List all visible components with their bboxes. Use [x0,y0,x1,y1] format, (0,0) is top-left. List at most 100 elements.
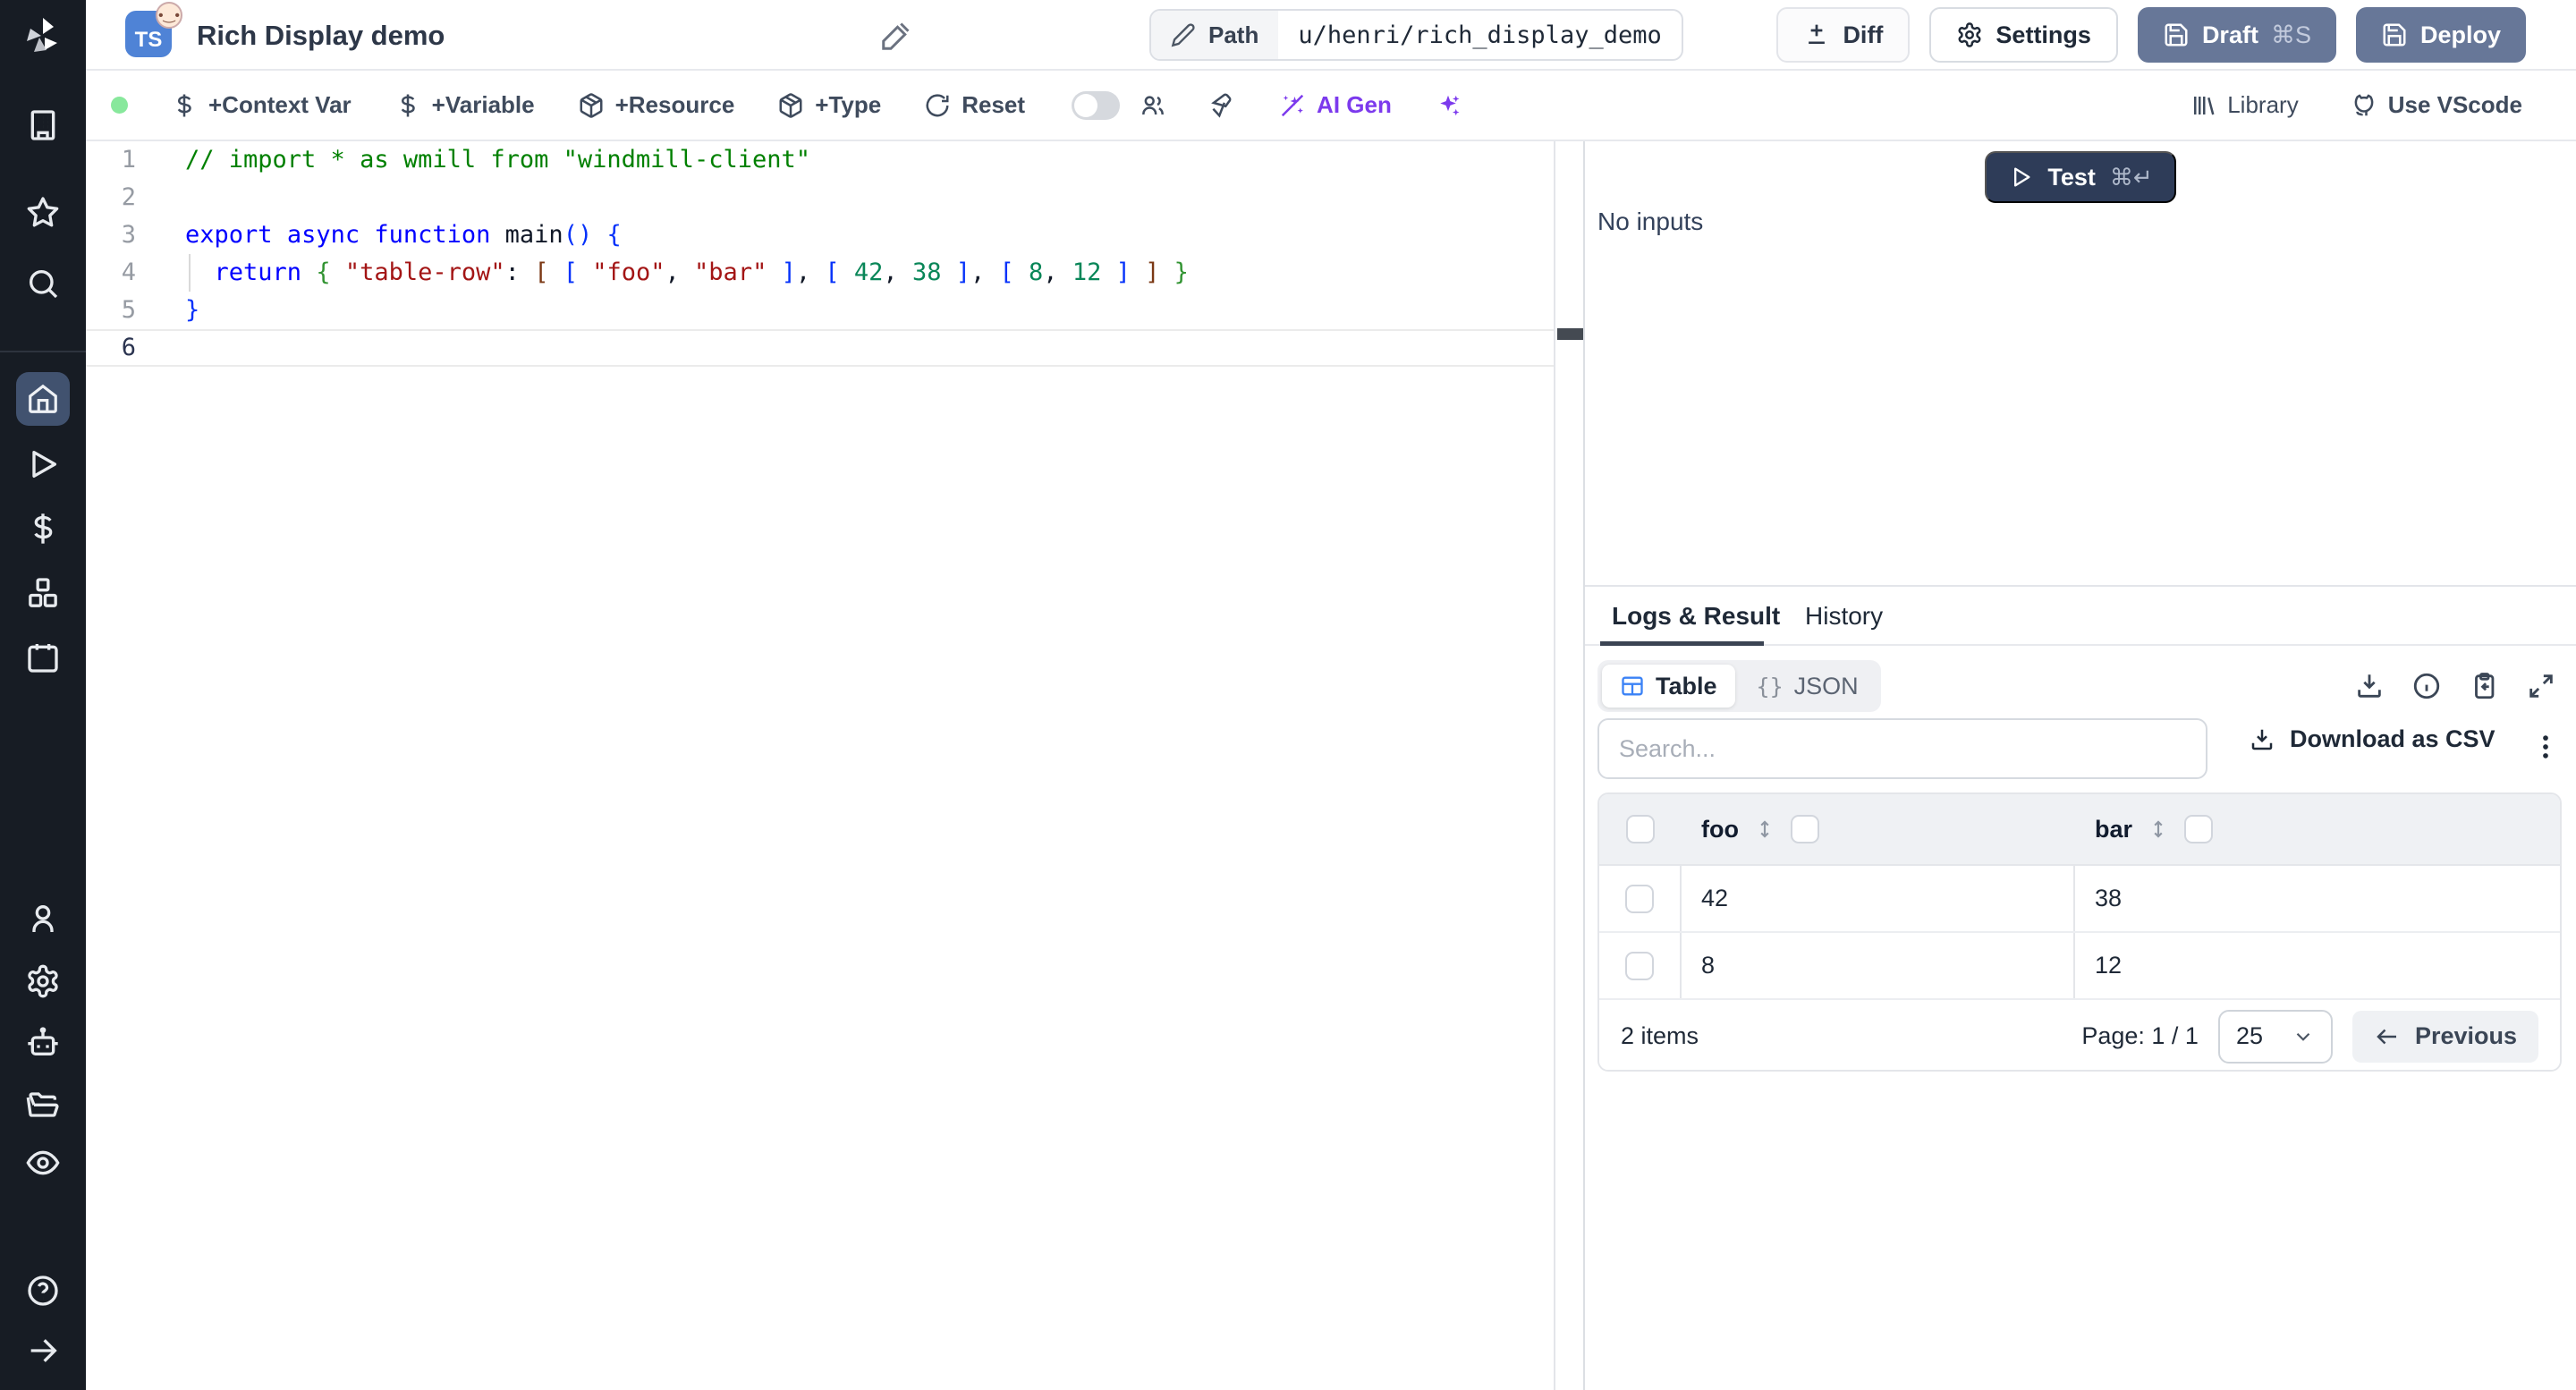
select-all-checkbox[interactable] [1626,815,1655,843]
cell-foo: 8 [1682,933,2075,998]
add-type-button[interactable]: +Type [777,91,881,119]
dollar-icon [401,94,415,116]
info-icon[interactable] [2411,671,2442,701]
table-footer: 2 items Page: 1 / 1 25 Previous [1599,1000,2560,1070]
help-icon[interactable] [25,1273,61,1309]
expand-sidebar-arrow-icon[interactable] [25,1333,61,1369]
table-row[interactable]: 42 38 [1599,866,2560,933]
edit-summary-pencil-icon[interactable] [880,20,912,52]
sparkles-icon[interactable] [1435,92,1462,119]
editor-overview-ruler[interactable] [1554,141,1585,1390]
dollar-icon [177,94,191,116]
line-number: 4 [121,259,136,286]
filter-foo-checkbox[interactable] [1790,815,1819,843]
draft-shortcut: ⌘S [2270,21,2311,48]
page-size-select[interactable]: 25 [2217,1009,2333,1064]
settings-button[interactable]: Settings [1929,7,2118,63]
ai-gen-button[interactable]: AI Gen [1279,91,1392,119]
column-header-foo[interactable]: foo [1701,816,1739,843]
copy-to-clipboard-icon[interactable] [2469,671,2499,701]
more-options-kebab-icon[interactable] [2528,725,2563,768]
sidebar-item-home[interactable] [16,372,70,426]
users-icon[interactable] [1140,92,1166,119]
sidebar-item-runs-play-icon[interactable] [25,446,61,482]
download-result-icon[interactable] [2354,671,2385,701]
add-resource-button[interactable]: +Resource [578,91,734,119]
tab-history[interactable]: History [1805,587,1883,646]
cell-bar: 12 [2095,952,2123,979]
line-number: 1 [121,146,136,174]
library-button[interactable]: Library [2190,91,2299,119]
sidebar-item-resources-boxes-icon[interactable] [25,575,61,611]
library-icon [2194,96,2215,114]
add-context-var-button[interactable]: +Context Var [171,91,352,119]
sidebar-divider [0,351,86,352]
cell-bar: 38 [2095,885,2123,911]
path-button[interactable]: Path [1151,11,1279,59]
save-icon [2165,23,2188,47]
multiplayer-toggle[interactable] [1072,90,1121,120]
favorites-star-icon[interactable] [25,194,61,230]
chevron-down-icon [2296,1032,2310,1041]
filter-bar-checkbox[interactable] [2184,815,2214,843]
table-view-button[interactable]: Table [1602,665,1735,708]
save-icon [2383,23,2406,47]
table-search-input[interactable] [1597,718,2207,779]
windmill-logo-icon[interactable] [21,14,64,57]
column-header-bar[interactable]: bar [2095,816,2132,843]
page-indicator: Page: 1 / 1 [2081,1022,2199,1049]
cell-foo: 42 [1682,866,2075,931]
baby-emoji-icon: •‿• [156,2,182,29]
cursor-position-mark [1557,328,1585,340]
use-vscode-button[interactable]: Use VScode [2351,91,2522,119]
editor-toolbar: +Context Var +Variable +Resource +Type R… [86,71,2576,141]
search-icon[interactable] [25,266,61,301]
json-view-button[interactable]: {} JSON [1739,665,1877,708]
sidebar-item-workers-bot-icon[interactable] [25,1024,61,1060]
items-count: 2 items [1621,1022,1699,1049]
current-line-highlight [86,329,1554,367]
sidebar-item-schedules-calendar-icon[interactable] [25,640,61,675]
sidebar-item-folders-icon[interactable] [25,1084,61,1120]
result-table: foo bar 42 38 8 12 2 items Page: 1 / 1 2… [1597,792,2562,1072]
line-number: 5 [121,296,136,324]
table-header-row: foo bar [1599,794,2560,866]
sort-bar-icon[interactable] [2147,818,2170,841]
play-icon [2014,167,2030,187]
expand-fullscreen-icon[interactable] [2526,671,2556,701]
table-row[interactable]: 8 12 [1599,933,2560,1000]
result-tabs: Logs & Result History [1585,587,2576,646]
format-paintbrush-icon[interactable] [1209,92,1236,119]
windmill-script-editor: TS •‿• Rich Display demo Path u/henri/ri… [0,0,2576,1390]
deploy-button[interactable]: Deploy [2355,7,2526,63]
path-group[interactable]: Path u/henri/rich_display_demo [1149,9,1683,61]
braces-icon: {} [1756,673,1784,699]
sidebar-item-settings-gear-icon[interactable] [25,963,61,999]
workspace-building-icon[interactable] [25,107,61,143]
download-csv-button[interactable]: Download as CSV [2249,725,2496,753]
sidebar-item-users-icon[interactable] [25,901,61,937]
row-checkbox[interactable] [1625,951,1654,980]
sidebar-item-variables-dollar-icon[interactable] [25,511,61,547]
status-dot [111,97,128,114]
code-editor[interactable]: 1 2 3 4 5 6 // import * as wmill from "w… [86,141,1585,1390]
active-tab-underline [1600,641,1764,646]
top-header: TS •‿• Rich Display demo Path u/henri/ri… [86,0,2576,71]
path-value[interactable]: u/henri/rich_display_demo [1278,11,1681,59]
package-icon [779,92,802,118]
tab-logs-result[interactable]: Logs & Result [1612,587,1780,646]
table-icon [1622,676,1643,696]
test-run-button[interactable]: Test ⌘↵ [1985,151,2176,203]
sort-foo-icon[interactable] [1753,818,1776,841]
add-variable-button[interactable]: +Variable [394,91,535,119]
draft-button[interactable]: Draft ⌘S [2137,7,2336,63]
row-checkbox[interactable] [1625,884,1654,913]
rotate-icon [926,93,949,116]
sidebar-item-audit-eye-icon[interactable] [25,1145,61,1181]
plus-minus-icon [1809,24,1826,44]
reset-button[interactable]: Reset [924,91,1025,119]
diff-button[interactable]: Diff [1776,7,1911,63]
download-icon [2251,729,2273,750]
previous-page-button[interactable]: Previous [2351,1010,2538,1063]
code-line-5: } [185,296,200,324]
